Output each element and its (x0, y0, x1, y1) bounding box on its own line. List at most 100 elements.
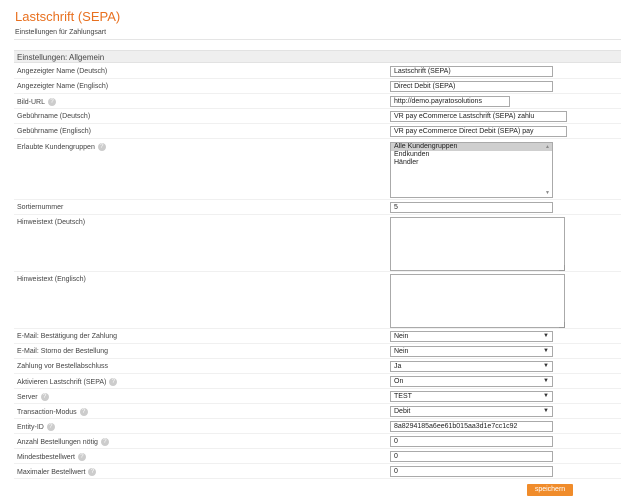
row-order-count: Anzahl Bestellungen nötig? 0 (14, 434, 621, 449)
header-divider (14, 39, 621, 40)
label-pay-before: Zahlung vor Bestellabschluss (17, 363, 109, 370)
label-name-en: Angezeigter Name (Englisch) (17, 83, 109, 90)
section-header: Einstellungen: Allgemein (14, 50, 621, 63)
resize-grip-icon[interactable] (559, 265, 565, 271)
row-email-confirm: E-Mail: Bestätigung der Zahlung Nein ▼ (14, 329, 621, 344)
chevron-down-icon: ▼ (543, 393, 549, 399)
scroll-down-icon[interactable]: ▼ (545, 190, 550, 196)
customer-group-option-all[interactable]: Alle Kundengruppen (391, 143, 552, 151)
page-title: Lastschrift (SEPA) (15, 9, 121, 24)
label-hint-en: Hinweistext (Englisch) (17, 276, 86, 283)
entity-id-input[interactable]: 8a8294185a6ee61b015aa3d1e7cc1c92 (390, 421, 553, 432)
settings-form: Angezeigter Name (Deutsch) Lastschrift (… (14, 64, 621, 479)
row-sort-number: Sortiernummer 5 (14, 200, 621, 215)
label-email-confirm: E-Mail: Bestätigung der Zahlung (17, 333, 117, 340)
row-hint-en: Hinweistext (Englisch) (14, 272, 621, 329)
label-min-order-text: Mindestbestellwert (17, 453, 75, 461)
pay-before-select[interactable]: Ja ▼ (390, 361, 553, 372)
help-circle-icon[interactable]: ? (109, 378, 118, 386)
label-entity-id-text: Entity-ID (17, 423, 44, 431)
label-activate-text: Aktivieren Lastschrift (SEPA) (17, 378, 107, 386)
label-sort-number: Sortiernummer (17, 204, 64, 211)
image-url-input[interactable]: http://demo.payratosolutions (390, 96, 510, 107)
help-circle-icon[interactable]: ? (100, 438, 109, 446)
row-server: Server? TEST ▼ (14, 389, 621, 404)
min-order-input[interactable]: 0 (390, 451, 553, 462)
label-transaction-mode: Transaction-Modus? (17, 408, 88, 416)
row-name-de: Angezeigter Name (Deutsch) Lastschrift (… (14, 64, 621, 79)
row-email-cancel: E-Mail: Storno der Bestellung Nein ▼ (14, 344, 621, 359)
name-en-input[interactable]: Direct Debit (SEPA) (390, 81, 553, 92)
row-entity-id: Entity-ID? 8a8294185a6ee61b015aa3d1e7cc1… (14, 419, 621, 434)
email-confirm-select[interactable]: Nein ▼ (390, 331, 553, 342)
save-button[interactable]: speichern (527, 484, 573, 496)
help-circle-icon[interactable]: ? (97, 143, 106, 151)
activate-value: On (394, 378, 404, 385)
label-entity-id: Entity-ID? (17, 423, 55, 431)
label-image-url: Bild-URL? (17, 98, 57, 106)
customer-groups-listbox[interactable]: Alle Kundengruppen Endkunden Händler ▲ ▼ (390, 142, 553, 198)
label-min-order: Mindestbestellwert? (17, 453, 86, 461)
server-value: TEST (394, 393, 412, 400)
transaction-mode-value: Debit (394, 408, 411, 415)
fee-name-de-input[interactable]: VR pay eCommerce Lastschrift (SEPA) zahl… (390, 111, 567, 122)
help-circle-icon[interactable]: ? (88, 468, 97, 476)
label-image-url-text: Bild-URL (17, 98, 46, 106)
row-fee-name-de: Gebührname (Deutsch) VR pay eCommerce La… (14, 109, 621, 124)
name-de-input[interactable]: Lastschrift (SEPA) (390, 66, 553, 77)
label-activate: Aktivieren Lastschrift (SEPA)? (17, 378, 118, 386)
customer-group-option-end[interactable]: Endkunden (391, 151, 552, 159)
label-max-order: Maximaler Bestellwert? (17, 468, 97, 476)
server-select[interactable]: TEST ▼ (390, 391, 553, 402)
help-circle-icon[interactable]: ? (77, 453, 86, 461)
resize-grip-icon[interactable] (559, 322, 565, 328)
chevron-down-icon: ▼ (543, 348, 549, 354)
help-circle-icon[interactable]: ? (46, 423, 55, 431)
hint-en-textarea[interactable] (390, 274, 565, 328)
email-cancel-value: Nein (394, 348, 409, 355)
label-server-text: Server (17, 393, 38, 401)
chevron-down-icon: ▼ (543, 363, 549, 369)
fee-name-en-input[interactable]: VR pay eCommerce Direct Debit (SEPA) pay (390, 126, 567, 137)
label-email-cancel: E-Mail: Storno der Bestellung (17, 348, 109, 355)
customer-group-option-dealer[interactable]: Händler (391, 159, 552, 167)
chevron-down-icon: ▼ (543, 378, 549, 384)
activate-select[interactable]: On ▼ (390, 376, 553, 387)
label-hint-de: Hinweistext (Deutsch) (17, 219, 86, 226)
row-fee-name-en: Gebührname (Englisch) VR pay eCommerce D… (14, 124, 621, 139)
page-subtitle: Einstellungen für Zahlungsart (15, 29, 107, 36)
label-customer-groups-text: Erlaubte Kundengruppen (17, 143, 95, 151)
label-transaction-mode-text: Transaction-Modus (17, 408, 77, 416)
max-order-input[interactable]: 0 (390, 466, 553, 477)
row-transaction-mode: Transaction-Modus? Debit ▼ (14, 404, 621, 419)
chevron-down-icon: ▼ (543, 408, 549, 414)
label-name-de: Angezeigter Name (Deutsch) (17, 68, 108, 75)
label-order-count: Anzahl Bestellungen nötig? (17, 438, 109, 446)
label-fee-name-de: Gebührname (Deutsch) (17, 113, 91, 120)
sort-number-input[interactable]: 5 (390, 202, 553, 213)
label-customer-groups: Erlaubte Kundengruppen? (17, 143, 106, 151)
row-name-en: Angezeigter Name (Englisch) Direct Debit… (14, 79, 621, 94)
row-min-order: Mindestbestellwert? 0 (14, 449, 621, 464)
label-order-count-text: Anzahl Bestellungen nötig (17, 438, 98, 446)
chevron-down-icon: ▼ (543, 333, 549, 339)
email-cancel-select[interactable]: Nein ▼ (390, 346, 553, 357)
row-pay-before: Zahlung vor Bestellabschluss Ja ▼ (14, 359, 621, 374)
row-max-order: Maximaler Bestellwert? 0 (14, 464, 621, 479)
help-circle-icon[interactable]: ? (48, 98, 57, 106)
row-hint-de: Hinweistext (Deutsch) (14, 215, 621, 272)
label-fee-name-en: Gebührname (Englisch) (17, 128, 91, 135)
scroll-up-icon[interactable]: ▲ (545, 144, 550, 150)
pay-before-value: Ja (394, 363, 402, 370)
row-customer-groups: Erlaubte Kundengruppen? Alle Kundengrupp… (14, 139, 621, 200)
transaction-mode-select[interactable]: Debit ▼ (390, 406, 553, 417)
order-count-input[interactable]: 0 (390, 436, 553, 447)
help-circle-icon[interactable]: ? (40, 393, 49, 401)
row-image-url: Bild-URL? http://demo.payratosolutions (14, 94, 621, 109)
help-circle-icon[interactable]: ? (79, 408, 88, 416)
hint-de-textarea[interactable] (390, 217, 565, 271)
row-activate: Aktivieren Lastschrift (SEPA)? On ▼ (14, 374, 621, 389)
email-confirm-value: Nein (394, 333, 409, 340)
label-max-order-text: Maximaler Bestellwert (17, 468, 86, 476)
label-server: Server? (17, 393, 49, 401)
